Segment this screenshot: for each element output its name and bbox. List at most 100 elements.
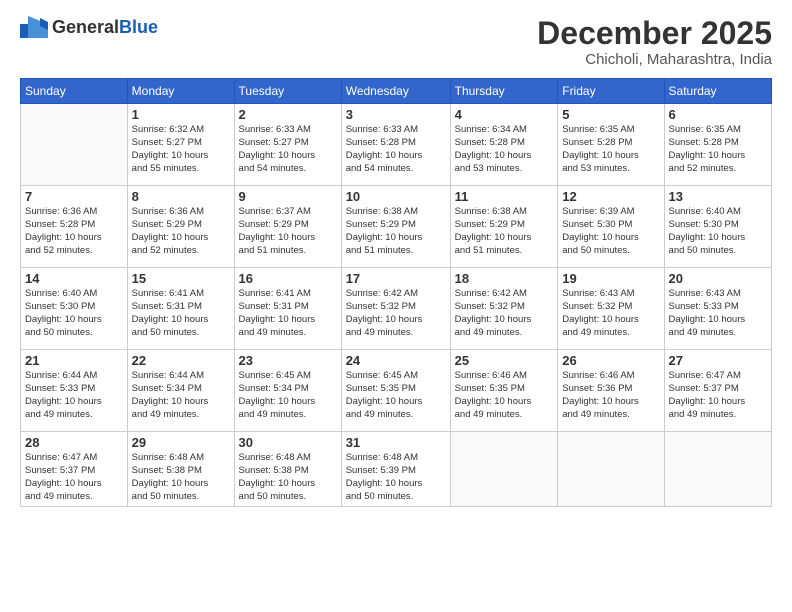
calendar-cell: 8 Sunrise: 6:36 AM Sunset: 5:29 PM Daylig… [127,186,234,268]
day-number: 20 [669,271,767,286]
weekday-header: Friday [558,79,664,104]
calendar-cell: 5 Sunrise: 6:35 AM Sunset: 5:28 PM Daylig… [558,104,664,186]
calendar-cell: 4 Sunrise: 6:34 AM Sunset: 5:28 PM Daylig… [450,104,558,186]
calendar-cell: 27 Sunrise: 6:47 AM Sunset: 5:37 PM Dayli… [664,350,771,432]
cell-info: Sunrise: 6:44 AM Sunset: 5:33 PM Dayligh… [25,370,123,421]
calendar-cell: 21 Sunrise: 6:44 AM Sunset: 5:33 PM Dayli… [21,350,128,432]
calendar-cell: 23 Sunrise: 6:45 AM Sunset: 5:34 PM Dayli… [234,350,341,432]
cell-info: Sunrise: 6:45 AM Sunset: 5:35 PM Dayligh… [346,370,446,421]
calendar-cell: 1 Sunrise: 6:32 AM Sunset: 5:27 PM Daylig… [127,104,234,186]
calendar-cell: 3 Sunrise: 6:33 AM Sunset: 5:28 PM Daylig… [341,104,450,186]
cell-info: Sunrise: 6:48 AM Sunset: 5:38 PM Dayligh… [239,452,337,503]
cell-info: Sunrise: 6:34 AM Sunset: 5:28 PM Dayligh… [455,124,554,175]
calendar-cell: 17Sunrise: 6:42 AM Sunset: 5:32 PM Dayli… [341,268,450,350]
day-number: 7 [25,189,123,204]
cell-info: Sunrise: 6:47 AM Sunset: 5:37 PM Dayligh… [25,452,123,503]
day-number: 27 [669,353,767,368]
cell-info: Sunrise: 6:43 AM Sunset: 5:32 PM Dayligh… [562,288,659,339]
cell-info: Sunrise: 6:35 AM Sunset: 5:28 PM Dayligh… [669,124,767,175]
day-number: 4 [455,107,554,122]
calendar-cell: 11 Sunrise: 6:38 AM Sunset: 5:29 PM Dayli… [450,186,558,268]
day-number: 30 [239,435,337,450]
cell-info: Sunrise: 6:32 AM Sunset: 5:27 PM Dayligh… [132,124,230,175]
day-number: 28 [25,435,123,450]
day-number: 15 [132,271,230,286]
calendar-cell: 12Sunrise: 6:39 AM Sunset: 5:30 PM Dayli… [558,186,664,268]
calendar-cell: 6 Sunrise: 6:35 AM Sunset: 5:28 PM Daylig… [664,104,771,186]
cell-info: Sunrise: 6:42 AM Sunset: 5:32 PM Dayligh… [455,288,554,339]
cell-info: Sunrise: 6:38 AM Sunset: 5:29 PM Dayligh… [346,206,446,257]
location-title: Chicholi, Maharashtra, India [537,51,772,68]
cell-info: Sunrise: 6:44 AM Sunset: 5:34 PM Dayligh… [132,370,230,421]
day-number: 6 [669,107,767,122]
header: GeneralBlue December 2025 Chicholi, Maha… [20,16,772,68]
calendar-cell: 24 Sunrise: 6:45 AM Sunset: 5:35 PM Dayli… [341,350,450,432]
cell-info: Sunrise: 6:33 AM Sunset: 5:27 PM Dayligh… [239,124,337,175]
calendar-cell: 25Sunrise: 6:46 AM Sunset: 5:35 PM Dayli… [450,350,558,432]
calendar-cell: 16Sunrise: 6:41 AM Sunset: 5:31 PM Dayli… [234,268,341,350]
cell-info: Sunrise: 6:40 AM Sunset: 5:30 PM Dayligh… [669,206,767,257]
weekday-header: Tuesday [234,79,341,104]
cell-info: Sunrise: 6:33 AM Sunset: 5:28 PM Dayligh… [346,124,446,175]
calendar-cell: 2 Sunrise: 6:33 AM Sunset: 5:27 PM Daylig… [234,104,341,186]
cell-info: Sunrise: 6:35 AM Sunset: 5:28 PM Dayligh… [562,124,659,175]
calendar-cell: 18 Sunrise: 6:42 AM Sunset: 5:32 PM Dayli… [450,268,558,350]
calendar-cell: 19Sunrise: 6:43 AM Sunset: 5:32 PM Dayli… [558,268,664,350]
cell-info: Sunrise: 6:43 AM Sunset: 5:33 PM Dayligh… [669,288,767,339]
title-block: December 2025 Chicholi, Maharashtra, Ind… [537,16,772,68]
day-number: 25 [455,353,554,368]
calendar-cell: 22 Sunrise: 6:44 AM Sunset: 5:34 PM Dayli… [127,350,234,432]
calendar-cell: 28 Sunrise: 6:47 AM Sunset: 5:37 PM Dayli… [21,432,128,507]
day-number: 11 [455,189,554,204]
day-number: 2 [239,107,337,122]
day-number: 5 [562,107,659,122]
day-number: 13 [669,189,767,204]
logo: GeneralBlue [20,16,158,38]
day-number: 9 [239,189,337,204]
calendar-cell: 10Sunrise: 6:38 AM Sunset: 5:29 PM Dayli… [341,186,450,268]
calendar-week-row: 28 Sunrise: 6:47 AM Sunset: 5:37 PM Dayli… [21,432,772,507]
cell-info: Sunrise: 6:41 AM Sunset: 5:31 PM Dayligh… [239,288,337,339]
day-number: 26 [562,353,659,368]
calendar-table: SundayMondayTuesdayWednesdayThursdayFrid… [20,78,772,507]
day-number: 31 [346,435,446,450]
weekday-header: Thursday [450,79,558,104]
cell-info: Sunrise: 6:47 AM Sunset: 5:37 PM Dayligh… [669,370,767,421]
cell-info: Sunrise: 6:46 AM Sunset: 5:36 PM Dayligh… [562,370,659,421]
calendar-cell: 13 Sunrise: 6:40 AM Sunset: 5:30 PM Dayli… [664,186,771,268]
calendar-week-row: 21 Sunrise: 6:44 AM Sunset: 5:33 PM Dayli… [21,350,772,432]
day-number: 29 [132,435,230,450]
weekday-header: Saturday [664,79,771,104]
cell-info: Sunrise: 6:42 AM Sunset: 5:32 PM Dayligh… [346,288,446,339]
calendar-cell: 9Sunrise: 6:37 AM Sunset: 5:29 PM Daylig… [234,186,341,268]
cell-info: Sunrise: 6:36 AM Sunset: 5:29 PM Dayligh… [132,206,230,257]
day-number: 21 [25,353,123,368]
day-number: 24 [346,353,446,368]
calendar-header-row: SundayMondayTuesdayWednesdayThursdayFrid… [21,79,772,104]
logo-general: General [52,17,119,37]
calendar-cell: 30 Sunrise: 6:48 AM Sunset: 5:38 PM Dayli… [234,432,341,507]
day-number: 3 [346,107,446,122]
cell-info: Sunrise: 6:38 AM Sunset: 5:29 PM Dayligh… [455,206,554,257]
calendar-cell [558,432,664,507]
cell-info: Sunrise: 6:45 AM Sunset: 5:34 PM Dayligh… [239,370,337,421]
calendar-cell: 26 Sunrise: 6:46 AM Sunset: 5:36 PM Dayli… [558,350,664,432]
logo-icon [20,16,48,38]
calendar-week-row: 7Sunrise: 6:36 AM Sunset: 5:28 PM Daylig… [21,186,772,268]
cell-info: Sunrise: 6:48 AM Sunset: 5:38 PM Dayligh… [132,452,230,503]
weekday-header: Sunday [21,79,128,104]
cell-info: Sunrise: 6:48 AM Sunset: 5:39 PM Dayligh… [346,452,446,503]
day-number: 1 [132,107,230,122]
calendar-cell [21,104,128,186]
day-number: 8 [132,189,230,204]
month-title: December 2025 [537,16,772,51]
calendar-cell: 29 Sunrise: 6:48 AM Sunset: 5:38 PM Dayli… [127,432,234,507]
day-number: 18 [455,271,554,286]
page-container: GeneralBlue December 2025 Chicholi, Maha… [0,0,792,517]
calendar-cell: 20 Sunrise: 6:43 AM Sunset: 5:33 PM Dayli… [664,268,771,350]
day-number: 22 [132,353,230,368]
logo-blue: Blue [119,17,158,37]
day-number: 23 [239,353,337,368]
weekday-header: Monday [127,79,234,104]
calendar-week-row: 14Sunrise: 6:40 AM Sunset: 5:30 PM Dayli… [21,268,772,350]
